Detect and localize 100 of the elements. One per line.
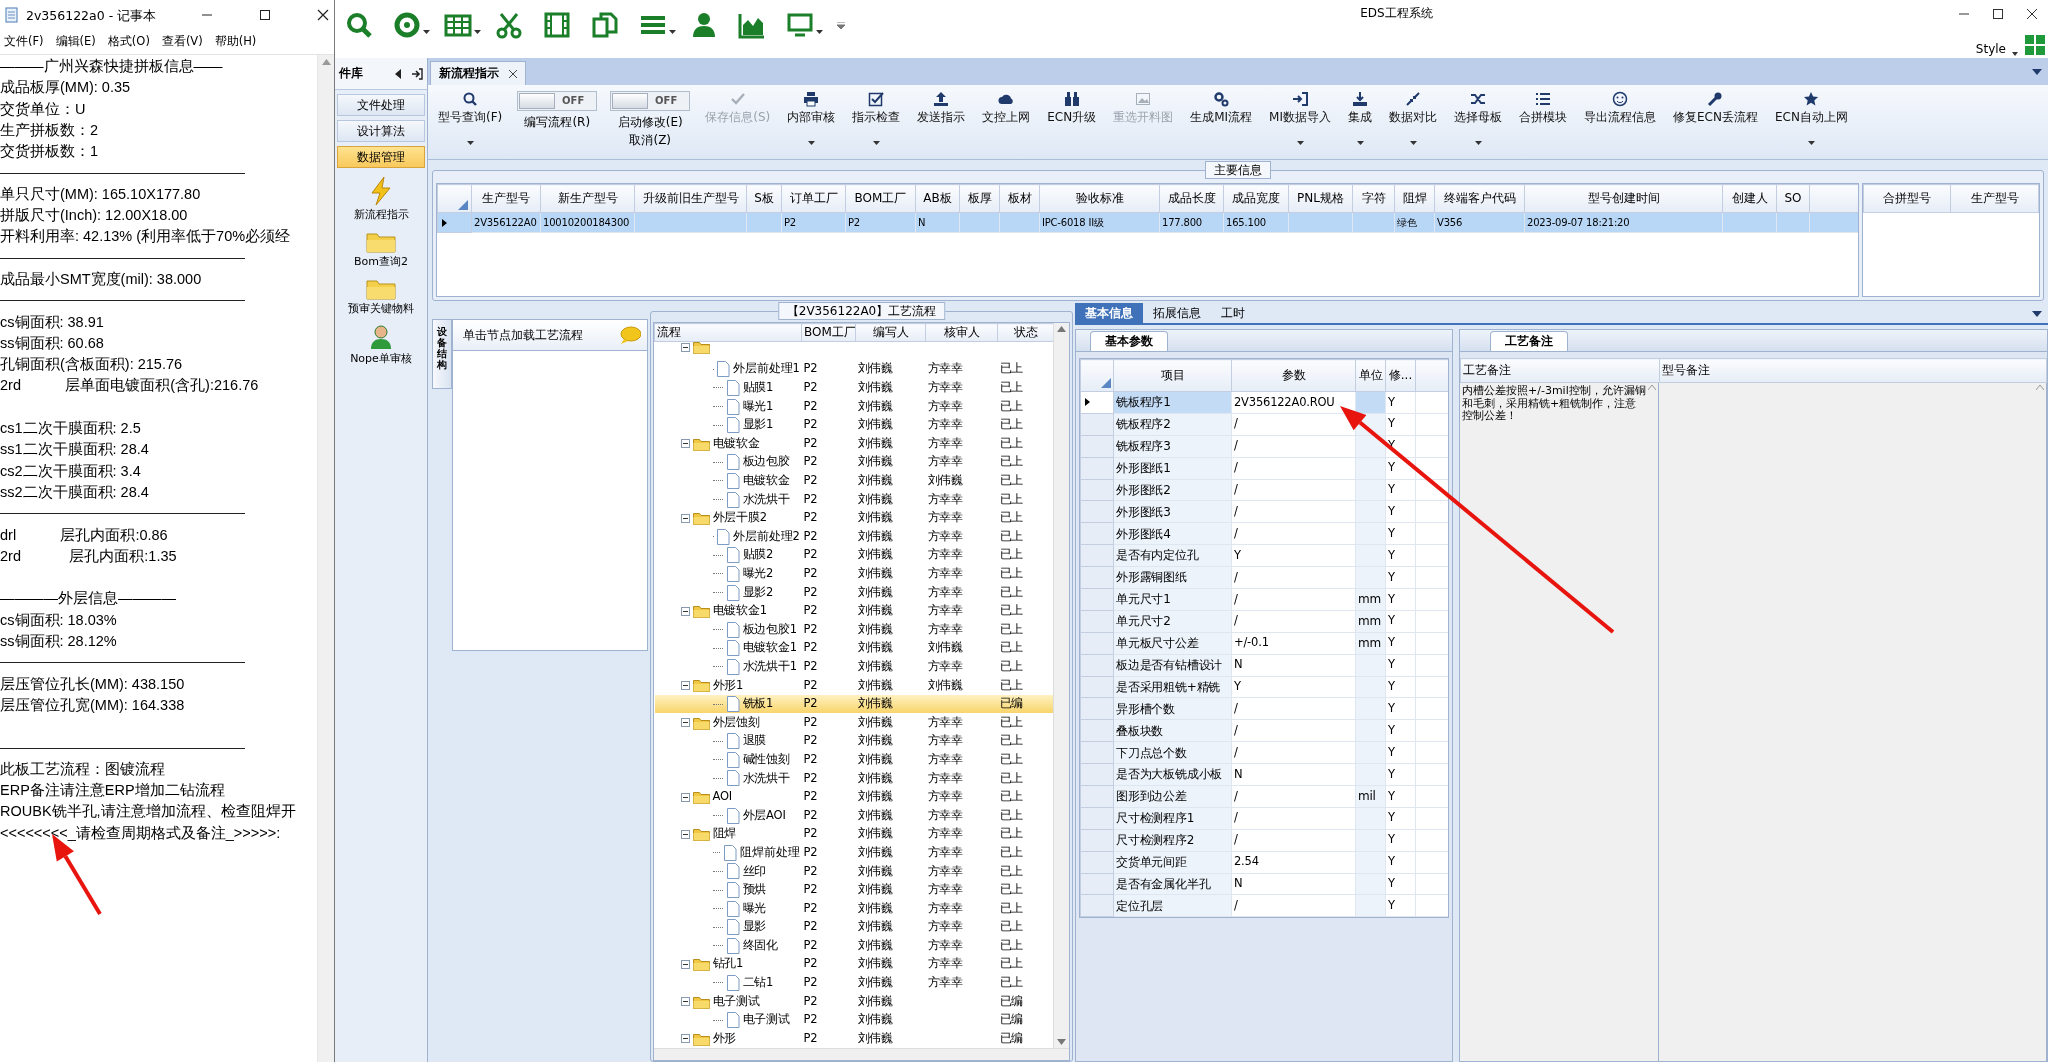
caret-icon[interactable] <box>1409 141 1417 146</box>
caret-icon[interactable] <box>669 30 676 34</box>
column-header[interactable]: 修... <box>1385 359 1416 392</box>
column-header[interactable]: 流程 <box>654 323 802 342</box>
ribbon-button[interactable]: 文控上网 <box>980 89 1033 127</box>
ribbon-button[interactable]: 选择母板 <box>1452 89 1504 148</box>
nav-item[interactable]: 数据管理 <box>337 146 425 168</box>
person-icon[interactable] <box>369 323 393 350</box>
person-icon[interactable] <box>690 11 718 39</box>
caret-icon[interactable] <box>816 30 823 34</box>
column-header[interactable]: 创建人 <box>1722 184 1777 213</box>
column-header[interactable]: 升级前旧生产型号 <box>634 184 747 213</box>
menu-item[interactable]: 编辑(E) <box>55 34 96 50</box>
column-header[interactable]: 成品长度 <box>1159 184 1224 213</box>
maximize-icon[interactable] <box>258 8 272 22</box>
ribbon-button[interactable]: 内部审核 <box>785 89 838 148</box>
table-row[interactable]: 单元尺寸1 / mm Y <box>1080 588 1448 611</box>
sign-in-icon[interactable] <box>411 67 423 80</box>
maximize-icon[interactable] <box>1992 8 2004 20</box>
area-chart-icon[interactable] <box>738 11 766 39</box>
table-row[interactable]: 2V356122A0 10010200184300 P2 P2 N IPC-6018 II级 177.800 165.100 绿色 V356 2023-09-07 18:21:20 <box>437 212 1858 233</box>
column-header[interactable]: 板厚 <box>959 184 1000 213</box>
caret-icon[interactable] <box>466 141 474 146</box>
menu-item[interactable]: 文件(F) <box>4 34 44 50</box>
collapse-box-icon[interactable] <box>680 681 690 690</box>
tab[interactable]: 基本信息 <box>1075 303 1143 323</box>
ribbon-button[interactable]: 生成MI流程 <box>1188 89 1255 127</box>
column-header[interactable]: 项目 <box>1113 359 1232 392</box>
close-icon[interactable] <box>316 8 330 22</box>
column-header[interactable]: 生产型号 <box>1950 184 2039 213</box>
menu-item[interactable]: 帮助(H) <box>214 34 257 50</box>
column-header[interactable]: 工艺备注 <box>1460 358 1660 383</box>
column-header[interactable]: SO <box>1776 184 1810 213</box>
ribbon-button[interactable]: 导出流程信息 <box>1582 89 1658 127</box>
style-menu[interactable]: Style <box>1975 41 2006 56</box>
column-header[interactable]: 终端客户代码 <box>1434 184 1525 213</box>
column-header[interactable]: 生产型号 <box>471 184 541 213</box>
document-tab[interactable]: 新流程指示 <box>430 61 526 85</box>
table-row[interactable]: 单元尺寸2 / mm Y <box>1080 610 1448 633</box>
column-header[interactable]: 编写人 <box>855 323 926 342</box>
table-row[interactable]: 叠板块数 / Y <box>1080 719 1448 742</box>
shortcut-label[interactable]: Bom查询2 <box>354 255 408 269</box>
column-header[interactable]: 型号创建时间 <box>1524 184 1723 213</box>
table-row[interactable]: 外形露铜图纸 / Y <box>1080 566 1448 589</box>
shortcut-label[interactable]: 预审关键物料 <box>348 302 414 316</box>
column-header[interactable]: 订单工厂 <box>781 184 846 213</box>
search-icon[interactable] <box>345 11 373 39</box>
table-row[interactable]: 是否有金属化半孔 N Y <box>1080 873 1448 895</box>
close-icon[interactable] <box>509 69 517 78</box>
side-tab[interactable]: 设备结构 <box>432 319 452 389</box>
column-header[interactable]: S板 <box>746 184 782 213</box>
column-header[interactable]: PNL规格 <box>1288 184 1353 213</box>
scissors-icon[interactable] <box>495 11 523 39</box>
collapse-box-icon[interactable] <box>680 513 690 523</box>
collapse-box-icon[interactable] <box>680 997 690 1007</box>
collapse-left-icon[interactable] <box>395 68 401 79</box>
ribbon-button[interactable]: 合拼模块 <box>1517 89 1569 127</box>
ribbon-button[interactable]: 集成 <box>1346 89 1374 148</box>
tab[interactable]: 基本参数 <box>1090 331 1168 351</box>
caret-icon[interactable] <box>872 141 880 146</box>
caret-icon[interactable] <box>807 141 815 146</box>
table-row[interactable]: 异形槽个数 / Y <box>1080 697 1448 720</box>
collapse-box-icon[interactable] <box>680 439 690 449</box>
collapse-box-icon[interactable] <box>680 792 690 802</box>
collapse-box-icon[interactable] <box>680 718 690 728</box>
caret-icon[interactable] <box>423 30 430 34</box>
column-header[interactable]: 成品宽度 <box>1223 184 1289 213</box>
column-header[interactable]: BOM工厂 <box>801 323 856 342</box>
table-row[interactable]: 是否有内定位孔 Y Y <box>1080 544 1448 567</box>
table-row[interactable]: 尺寸检测程序1 / Y <box>1080 807 1448 830</box>
collapse-box-icon[interactable] <box>680 829 690 839</box>
shortcut-label[interactable]: 新流程指示 <box>353 208 409 222</box>
tab-list-caret-icon[interactable] <box>2032 69 2042 75</box>
nav-item[interactable]: 文件处理 <box>337 94 425 116</box>
collapse-box-icon[interactable] <box>680 1034 690 1044</box>
table-row[interactable]: 板边是否有钻槽设计 N Y <box>1080 654 1448 677</box>
collapse-box-icon[interactable] <box>680 606 690 616</box>
collapse-box-icon[interactable] <box>680 342 690 352</box>
table-row[interactable]: 交货单元间距 2.54 Y <box>1080 851 1448 874</box>
tab-list-caret-icon[interactable] <box>2032 311 2042 317</box>
column-header[interactable]: BOM工厂 <box>845 184 916 213</box>
column-header[interactable]: 字符 <box>1352 184 1395 213</box>
column-header[interactable]: 新生产型号 <box>540 184 635 213</box>
lifebuoy-icon[interactable] <box>393 11 421 39</box>
table-row[interactable]: 单元板尺寸公差 +/-0.1 mm Y <box>1080 632 1448 655</box>
toggle-switch[interactable]: OFF <box>610 91 691 111</box>
close-icon[interactable] <box>2026 8 2038 20</box>
scroll-down-icon[interactable] <box>1057 1039 1066 1045</box>
customize-caret-icon[interactable] <box>837 21 845 29</box>
ribbon-button[interactable]: ECN自动上网 <box>1772 89 1850 148</box>
nav-item[interactable]: 设计算法 <box>337 120 425 142</box>
tab[interactable]: 拓展信息 <box>1143 303 1211 323</box>
table-row[interactable]: 图形到边公差 / mil Y <box>1080 785 1448 808</box>
scroll-up-icon[interactable] <box>1057 326 1066 332</box>
table-row[interactable]: 尺寸检测程序2 / Y <box>1080 829 1448 852</box>
menu-item[interactable]: 查看(V) <box>161 34 203 50</box>
toggle-switch[interactable]: OFF <box>517 91 598 111</box>
tree-row[interactable]: 铣板1 P2 刘伟巍 已编 <box>654 694 1053 714</box>
tab[interactable]: 工时 <box>1211 303 1255 323</box>
column-header[interactable]: 阻焊 <box>1394 184 1435 213</box>
